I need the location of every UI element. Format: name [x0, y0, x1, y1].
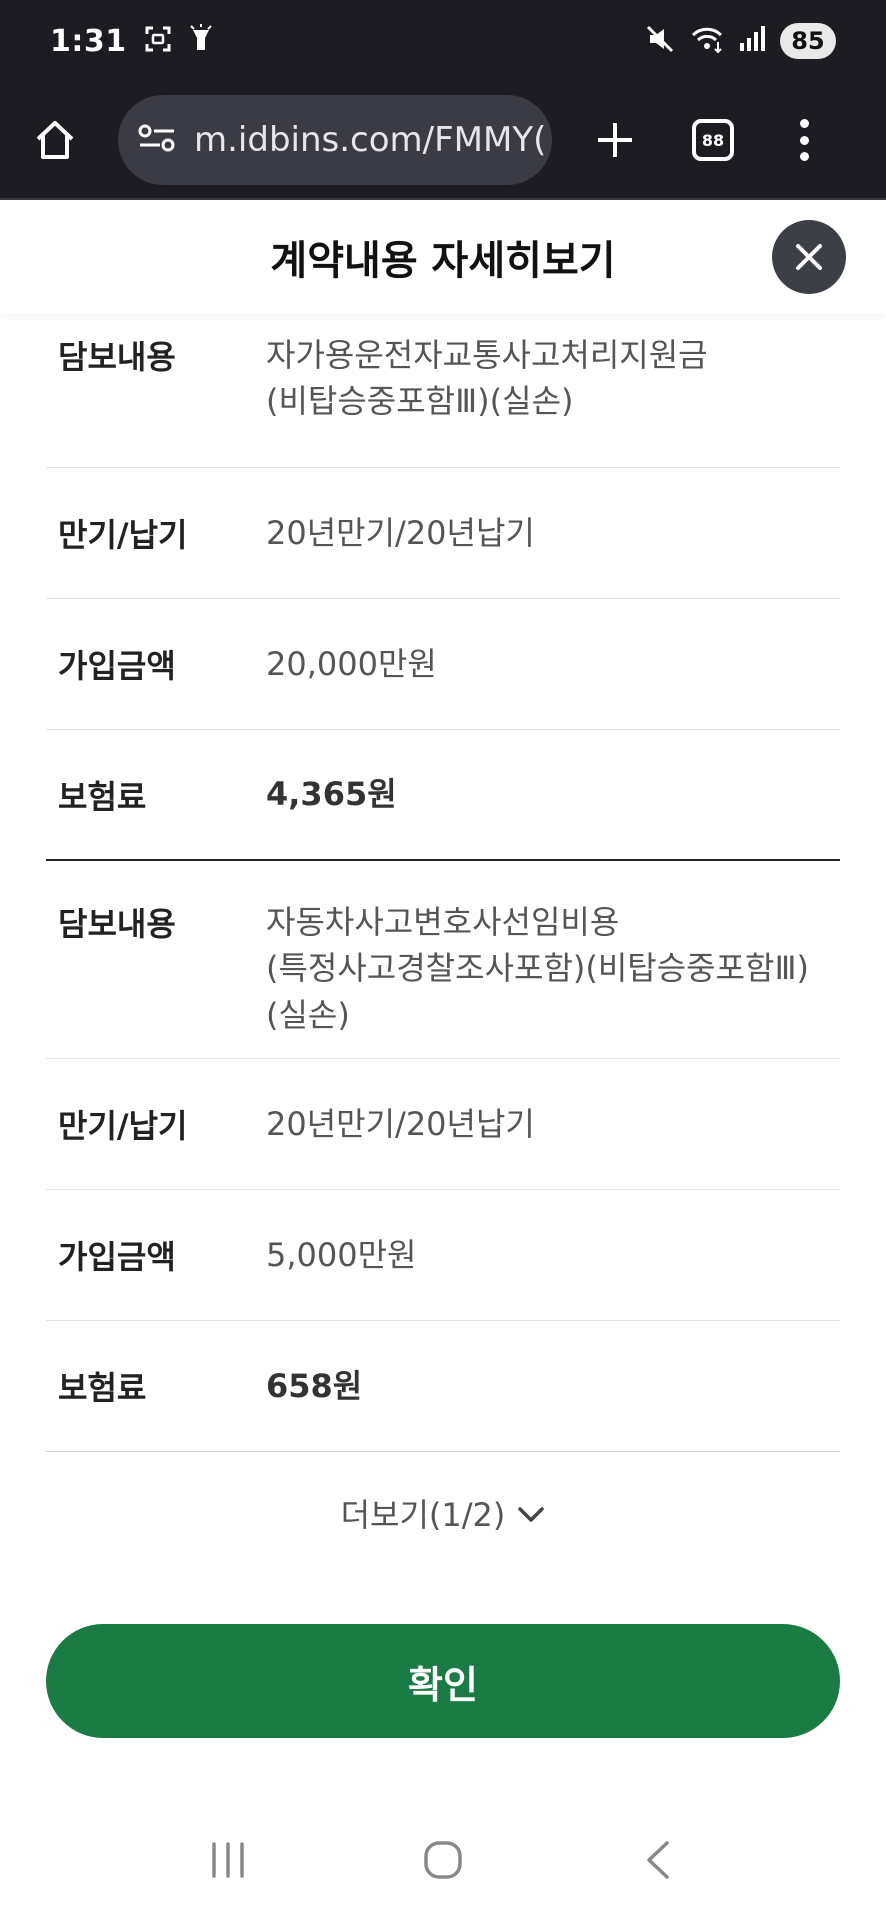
modal-title: 계약내용 자세히보기 [270, 238, 616, 284]
amount-value: 20,000만원 [266, 644, 437, 683]
more-label: 더보기(1/2) [340, 1496, 506, 1534]
address-bar[interactable]: m.idbins.com/FMMY( [118, 95, 552, 185]
status-time: 1:31 [50, 23, 127, 59]
confirm-button[interactable]: 확인 [46, 1624, 840, 1738]
premium-label: 보험료 [58, 1369, 147, 1408]
premium-value: 4,365원 [266, 775, 397, 814]
url-text: m.idbins.com/FMMY( [194, 120, 547, 160]
signal-icon [738, 25, 766, 57]
close-icon [796, 244, 822, 270]
amount-value: 5,000만원 [266, 1235, 417, 1274]
status-left: 1:31 [50, 24, 213, 59]
home-nav-icon [424, 1841, 462, 1879]
term-value: 20년만기/20년납기 [266, 513, 535, 552]
browser-toolbar: m.idbins.com/FMMY( 88 [0, 82, 886, 200]
wifi-icon [690, 24, 724, 58]
coverage-row: 담보내용 자가용운전자교통사고처리지원금(비탑승중포함Ⅲ)(실손) [46, 314, 840, 468]
coverage-value: 자가용운전자교통사고처리지원금(비탑승중포함Ⅲ)(실손) [266, 336, 708, 421]
coverage-label: 담보내용 [58, 905, 176, 943]
tab-switcher-button[interactable]: 88 [692, 119, 734, 161]
battery-indicator: 85 [780, 23, 836, 59]
term-value: 20년만기/20년납기 [266, 1104, 535, 1143]
mute-icon [644, 23, 676, 59]
amount-row: 가입금액 5,000만원 [46, 1190, 840, 1322]
status-bar: 1:31 85 [0, 0, 886, 82]
term-row: 만기/납기 20년만기/20년납기 [46, 468, 840, 599]
back-icon [647, 1841, 670, 1879]
plus-icon [598, 123, 632, 157]
status-right: 85 [644, 23, 836, 59]
system-nav-bar [0, 1800, 886, 1920]
amount-label: 가입금액 [58, 647, 176, 685]
home-icon [36, 121, 74, 159]
premium-row: 보험료 4,365원 [46, 730, 840, 861]
modal-header: 계약내용 자세히보기 [0, 200, 886, 314]
term-row: 만기/납기 20년만기/20년납기 [46, 1059, 840, 1191]
new-tab-button[interactable] [590, 115, 640, 165]
amount-row: 가입금액 20,000만원 [46, 599, 840, 730]
screenshot-icon [143, 24, 173, 58]
chevron-down-icon [517, 1494, 545, 1532]
coverage-value: 자동차사고변호사선임비용(특정사고경찰조사포함)(비탑승중포함Ⅲ)(실손) [266, 903, 810, 1034]
menu-dot [799, 152, 809, 161]
premium-label: 보험료 [58, 777, 147, 816]
menu-dot [799, 135, 809, 145]
premium-value: 658원 [266, 1366, 363, 1405]
coverage-label: 담보내용 [58, 338, 176, 376]
term-label: 만기/납기 [58, 1107, 188, 1146]
menu-dot [799, 119, 809, 128]
premium-row: 보험료 658원 [46, 1321, 840, 1453]
more-menu-button[interactable] [794, 115, 814, 165]
home-button[interactable] [30, 115, 80, 165]
home-nav-button[interactable] [413, 1830, 473, 1890]
back-nav-button[interactable] [628, 1830, 688, 1890]
close-button[interactable] [772, 220, 846, 294]
more-button[interactable]: 더보기(1/2) [0, 1490, 886, 1536]
site-settings-icon[interactable] [138, 123, 176, 157]
term-label: 만기/납기 [58, 516, 188, 554]
coverage-row: 담보내용 자동차사고변호사선임비용(특정사고경찰조사포함)(비탑승중포함Ⅲ)(실… [46, 861, 840, 1060]
amount-label: 가입금액 [58, 1238, 176, 1277]
recent-apps-icon [211, 1842, 244, 1878]
coverage-list: 담보내용 자가용운전자교통사고처리지원금(비탑승중포함Ⅲ)(실손) 만기/납기 … [46, 314, 840, 1453]
flashlight-icon [189, 24, 213, 58]
recent-apps-button[interactable] [198, 1830, 258, 1890]
